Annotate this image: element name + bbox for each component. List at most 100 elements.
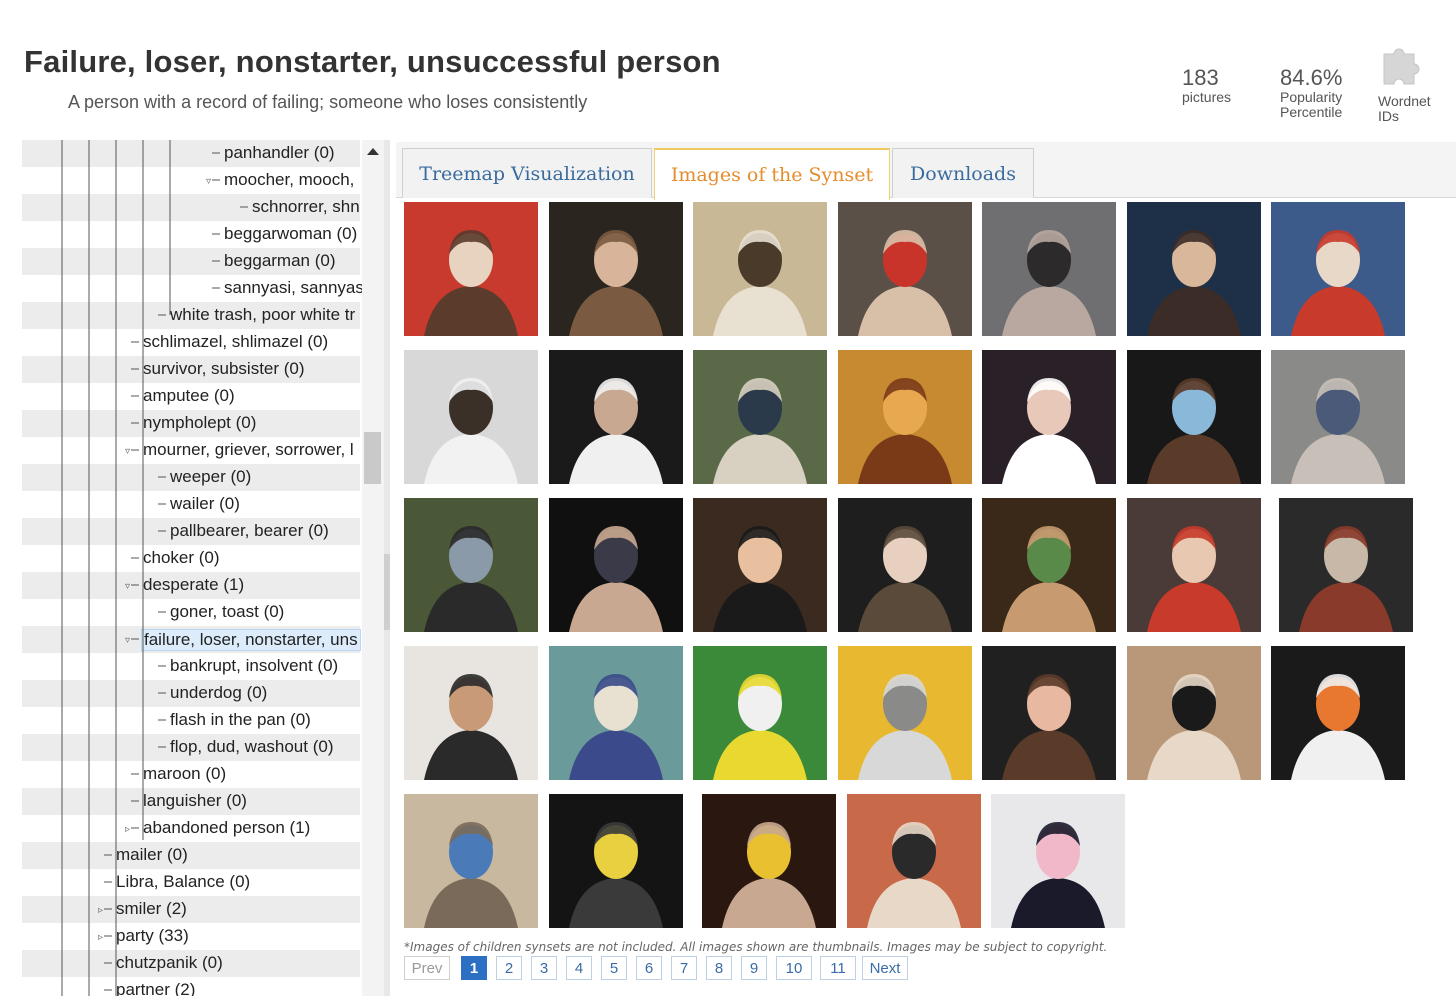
gallery-thumbnail[interactable] [693,646,827,780]
page-button[interactable]: 6 [636,956,662,980]
tree-item[interactable]: Libra, Balance (0) [22,869,360,896]
tree-item-label[interactable]: survivor, subsister (0) [141,359,307,379]
scrollbar-thumb[interactable] [364,432,381,484]
tree-item[interactable]: moocher, mooch, [22,167,360,194]
page-button[interactable]: 7 [671,956,697,980]
tree-item-label[interactable]: choker (0) [141,548,222,568]
gallery-thumbnail[interactable] [838,646,972,780]
gallery-thumbnail[interactable] [1127,202,1261,336]
tree-item-label[interactable]: pallbearer, bearer (0) [168,521,331,541]
tree-item-label[interactable]: smiler (2) [114,899,189,919]
gallery-thumbnail[interactable] [982,498,1116,632]
gallery-thumbnail[interactable] [847,794,981,928]
gallery-thumbnail[interactable] [1271,646,1405,780]
scroll-up-arrow-icon[interactable] [367,148,379,155]
tree-item-label[interactable]: abandoned person (1) [141,818,312,838]
tree-item[interactable]: desperate (1) [22,572,360,599]
tree-item-label[interactable]: schlimazel, shlimazel (0) [141,332,330,352]
tree-item[interactable]: amputee (0) [22,383,360,410]
gallery-thumbnail[interactable] [404,498,538,632]
tree-item-label[interactable]: amputee (0) [141,386,237,406]
page-button[interactable]: 2 [496,956,522,980]
gallery-thumbnail[interactable] [404,794,538,928]
tree-item[interactable]: failure, loser, nonstarter, uns [22,626,361,653]
tree-item-label[interactable]: languisher (0) [141,791,249,811]
gallery-thumbnail[interactable] [982,646,1116,780]
tab-downloads[interactable]: Downloads [892,148,1034,198]
tree-item[interactable]: partner (2) [22,977,360,996]
gallery-thumbnail[interactable] [1279,498,1413,632]
tree-item[interactable]: party (33) [22,923,360,950]
tree-item-label[interactable]: Libra, Balance (0) [114,872,252,892]
tree-item-label[interactable]: moocher, mooch, [222,170,356,190]
tree-item-label[interactable]: goner, toast (0) [168,602,286,622]
tree-item[interactable]: schnorrer, shn [22,194,360,221]
tree-item-label[interactable]: sannyasi, sannyas [222,278,362,298]
tree-item-label[interactable]: nympholept (0) [141,413,258,433]
gallery-thumbnail[interactable] [404,202,538,336]
tree-item[interactable]: survivor, subsister (0) [22,356,360,383]
tree-item[interactable]: nympholept (0) [22,410,360,437]
tree-item-label[interactable]: schnorrer, shn [250,197,362,217]
tree-item-label[interactable]: bankrupt, insolvent (0) [168,656,340,676]
tree-item[interactable]: flop, dud, washout (0) [22,734,360,761]
prev-page-button[interactable]: Prev [404,956,450,980]
gallery-thumbnail[interactable] [404,350,538,484]
page-button[interactable]: 3 [531,956,557,980]
gallery-thumbnail[interactable] [549,350,683,484]
tree-item-label[interactable]: beggarman (0) [222,251,338,271]
tree-item-label[interactable]: partner (2) [114,980,197,996]
gallery-thumbnail[interactable] [991,794,1125,928]
tree-item[interactable]: abandoned person (1) [22,815,360,842]
tree-item-label[interactable]: mailer (0) [114,845,190,865]
gallery-thumbnail[interactable] [549,498,683,632]
page-button[interactable]: 5 [601,956,627,980]
tree-item[interactable]: chutzpanik (0) [22,950,360,977]
tree-item-label[interactable]: flash in the pan (0) [168,710,313,730]
tree-item[interactable]: mailer (0) [22,842,360,869]
tree-item-label[interactable]: failure, loser, nonstarter, uns [141,629,361,651]
gallery-thumbnail[interactable] [549,794,683,928]
tree-item-label[interactable]: maroon (0) [141,764,228,784]
gallery-thumbnail[interactable] [1127,498,1261,632]
tree-item[interactable]: choker (0) [22,545,360,572]
gallery-thumbnail[interactable] [838,498,972,632]
tree-item[interactable]: pallbearer, bearer (0) [22,518,360,545]
gallery-thumbnail[interactable] [982,350,1116,484]
gallery-thumbnail[interactable] [838,350,972,484]
tree-item[interactable]: underdog (0) [22,680,360,707]
tree-item[interactable]: sannyasi, sannyas [22,275,362,302]
tree-item[interactable]: goner, toast (0) [22,599,360,626]
tree-item-label[interactable]: weeper (0) [168,467,253,487]
tree-item[interactable]: wailer (0) [22,491,360,518]
tree-item-label[interactable]: white trash, poor white tr [168,305,357,325]
tree-item[interactable]: schlimazel, shlimazel (0) [22,329,360,356]
page-button[interactable]: 1 [461,956,487,980]
gallery-thumbnail[interactable] [838,202,972,336]
gallery-thumbnail[interactable] [982,202,1116,336]
gallery-thumbnail[interactable] [404,646,538,780]
wordnet-ids-link[interactable]: Wordnet IDs [1378,40,1431,124]
tree-item-label[interactable]: flop, dud, washout (0) [168,737,335,757]
gallery-thumbnail[interactable] [1271,202,1405,336]
gallery-thumbnail[interactable] [549,202,683,336]
tree-item[interactable]: weeper (0) [22,464,360,491]
tree-item-label[interactable]: party (33) [114,926,191,946]
gallery-thumbnail[interactable] [702,794,836,928]
page-button[interactable]: 9 [741,956,767,980]
tree-item[interactable]: languisher (0) [22,788,360,815]
page-button[interactable]: 10 [776,956,812,980]
tree-item[interactable]: panhandler (0) [22,140,360,167]
tree-item-label[interactable]: panhandler (0) [222,143,337,163]
gallery-thumbnail[interactable] [693,498,827,632]
tab-treemap-visualization[interactable]: Treemap Visualization [402,148,652,198]
panel-splitter[interactable] [384,140,390,996]
next-page-button[interactable]: Next [862,956,908,980]
tree-item-label[interactable]: desperate (1) [141,575,246,595]
page-button[interactable]: 11 [820,956,856,980]
tree-item[interactable]: maroon (0) [22,761,360,788]
gallery-thumbnail[interactable] [549,646,683,780]
tree-item[interactable]: white trash, poor white tr [22,302,360,329]
tree-item[interactable]: beggarwoman (0) [22,221,360,248]
tree-item[interactable]: smiler (2) [22,896,360,923]
